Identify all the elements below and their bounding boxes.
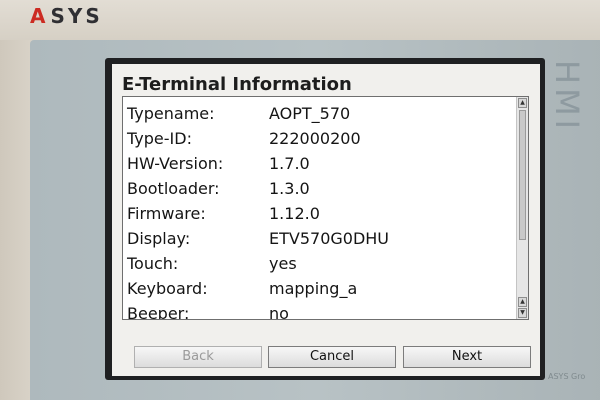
info-row-value: mapping_a <box>269 279 358 298</box>
info-row-value: 1.3.0 <box>269 179 310 198</box>
back-button[interactable]: Back <box>134 346 262 368</box>
info-row-label: Beeper: <box>127 304 190 320</box>
vertical-scrollbar[interactable]: ▲ ▲ ▼ <box>516 97 528 319</box>
info-rows: Typename: AOPT_570 Type-ID: 222000200 HW-Ver… <box>123 101 515 320</box>
info-row-value: AOPT_570 <box>269 104 351 123</box>
info-row: Typename: AOPT_570 <box>123 101 515 126</box>
info-row-label: Type-ID: <box>127 129 192 148</box>
info-list[interactable]: Typename: AOPT_570 Type-ID: 222000200 HW-Ver… <box>122 96 529 320</box>
info-row-label: Typename: <box>127 104 215 123</box>
bezel-footer-label: ASYS Gro <box>548 372 586 381</box>
info-row-value: 1.7.0 <box>269 154 310 173</box>
housing-top: A SYS <box>0 0 600 40</box>
brand-logo: A SYS <box>30 4 103 28</box>
info-row-label: HW-Version: <box>127 154 224 173</box>
info-row-label: Touch: <box>127 254 179 273</box>
terminal-screen: E-Terminal Information Typename: AOPT_570… <box>112 64 540 376</box>
info-row-label: Firmware: <box>127 204 206 223</box>
info-row: Keyboard: mapping_a <box>123 276 515 301</box>
info-row: Bootloader: 1.3.0 <box>123 176 515 201</box>
info-row-value: yes <box>269 254 297 273</box>
window-title: E-Terminal Information <box>122 74 352 95</box>
info-row: Firmware: 1.12.0 <box>123 201 515 226</box>
info-row: Beeper: no <box>123 301 515 320</box>
logo-letters-dark: SYS <box>50 4 103 28</box>
info-row: Touch: yes <box>123 251 515 276</box>
scroll-down-icon[interactable]: ▼ <box>518 308 527 318</box>
info-row: Display: ETV570G0DHU <box>123 226 515 251</box>
scroll-up-icon[interactable]: ▲ <box>518 98 527 108</box>
info-row-value: 222000200 <box>269 129 361 148</box>
info-row-value: no <box>269 304 289 320</box>
info-row-value: 1.12.0 <box>269 204 320 223</box>
device-photo: A SYS HMI ASYS Gro E-Terminal Informatio… <box>0 0 600 400</box>
info-row: HW-Version: 1.7.0 <box>123 151 515 176</box>
logo-letter-red: A <box>30 4 49 28</box>
next-button[interactable]: Next <box>403 346 531 368</box>
info-row: Type-ID: 222000200 <box>123 126 515 151</box>
info-row-label: Bootloader: <box>127 179 220 198</box>
hmi-side-label: HMI <box>548 60 586 134</box>
info-row-label: Keyboard: <box>127 279 208 298</box>
hmi-side-label-wrap: HMI <box>548 60 588 140</box>
scroll-thumb[interactable] <box>519 110 526 240</box>
info-row-value: ETV570G0DHU <box>269 229 390 248</box>
info-row-label: Display: <box>127 229 191 248</box>
housing-left <box>0 40 30 400</box>
cancel-button[interactable]: Cancel <box>268 346 396 368</box>
scroll-up-lower-icon[interactable]: ▲ <box>518 297 527 307</box>
